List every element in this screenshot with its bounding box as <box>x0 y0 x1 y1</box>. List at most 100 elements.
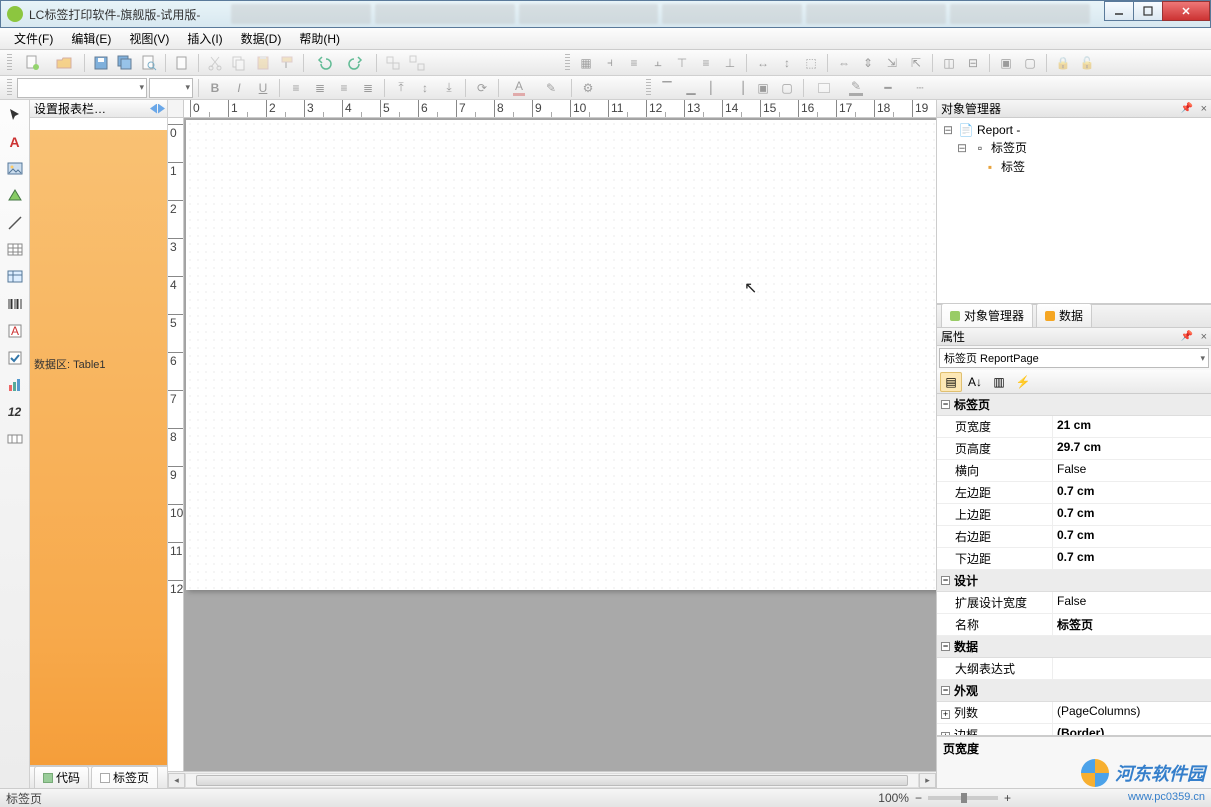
open-button[interactable] <box>49 52 79 74</box>
align-top[interactable]: ⊤ <box>671 52 693 74</box>
paste-button[interactable] <box>252 52 274 74</box>
font-name-combo[interactable] <box>17 78 147 98</box>
border-left[interactable]: ▏ <box>704 77 726 99</box>
table-tool[interactable] <box>4 239 26 261</box>
align-grid[interactable]: ▦ <box>575 52 597 74</box>
menu-edit[interactable]: 编辑(E) <box>63 28 119 49</box>
prop-events[interactable]: ⚡ <box>1012 372 1034 392</box>
band-nav[interactable] <box>150 104 165 114</box>
line-color[interactable]: ✎ <box>841 77 871 99</box>
prop-pages[interactable]: ▥ <box>988 372 1010 392</box>
border-top[interactable]: ▔ <box>656 77 678 99</box>
cellular-tool[interactable] <box>4 428 26 450</box>
align-text-center[interactable]: ≣ <box>309 77 331 99</box>
property-grid[interactable]: −标签页 页宽度21 cm 页高度29.7 cm 横向False 左边距0.7 … <box>937 394 1211 736</box>
highlight-button[interactable]: ✎ <box>536 77 566 99</box>
maximize-button[interactable] <box>1133 1 1163 21</box>
counter-tool[interactable]: 12 <box>4 401 26 423</box>
align-bottom[interactable]: ⊥ <box>719 52 741 74</box>
unlock[interactable]: 🔓 <box>1076 52 1098 74</box>
tree-label[interactable]: ▪标签 <box>941 157 1207 176</box>
menu-view[interactable]: 视图(V) <box>121 28 177 49</box>
tab-object-manager[interactable]: 对象管理器 <box>941 303 1033 327</box>
rotate-button[interactable]: ⟳ <box>471 77 493 99</box>
close-icon[interactable]: × <box>1201 103 1207 115</box>
image-tool[interactable] <box>4 158 26 180</box>
format-button[interactable]: ⚙ <box>577 77 599 99</box>
properties-header[interactable]: 属性 📌 × <box>937 328 1211 346</box>
new-button[interactable] <box>17 52 47 74</box>
border-none[interactable]: ▢ <box>776 77 798 99</box>
align-text-justify[interactable]: ≣ <box>357 77 379 99</box>
close-button[interactable] <box>1162 1 1210 21</box>
line-width[interactable]: ━ <box>873 77 903 99</box>
line-style[interactable]: ┄ <box>905 77 935 99</box>
tab-label-page[interactable]: 标签页 <box>91 766 158 788</box>
horizontal-ruler[interactable]: 012345678910111213141516171819 <box>184 100 936 118</box>
space-inc[interactable]: ⇲ <box>881 52 903 74</box>
object-tree[interactable]: ⊟📄Report - ⊟▫标签页 ▪标签 <box>937 118 1211 304</box>
center-v[interactable]: ⊟ <box>962 52 984 74</box>
band-header[interactable]: 设置报表栏… <box>30 100 167 118</box>
tree-root[interactable]: ⊟📄Report - <box>941 122 1207 138</box>
border-all[interactable]: ▣ <box>752 77 774 99</box>
save-all-button[interactable] <box>114 52 136 74</box>
pin-icon-2[interactable]: 📌 <box>1181 331 1193 342</box>
richtext-tool[interactable]: A <box>4 320 26 342</box>
bold-button[interactable]: B <box>204 77 226 99</box>
fmt-grip[interactable] <box>7 79 12 97</box>
underline-button[interactable]: U <box>252 77 274 99</box>
tab-code[interactable]: 代码 <box>34 766 89 788</box>
canvas[interactable]: ↖ <box>184 118 936 771</box>
new-page-button[interactable] <box>171 52 193 74</box>
cut-button[interactable] <box>204 52 226 74</box>
border-right[interactable]: ▕ <box>728 77 750 99</box>
zoom-control[interactable]: 100% −+ <box>878 791 1011 805</box>
tab-data[interactable]: 数据 <box>1036 303 1092 327</box>
italic-button[interactable]: I <box>228 77 250 99</box>
ungroup-button[interactable] <box>406 52 428 74</box>
space-h[interactable]: ⇔ <box>833 52 855 74</box>
fill-color[interactable] <box>809 77 839 99</box>
align-text-left[interactable]: ≡ <box>285 77 307 99</box>
vertical-ruler[interactable]: 0123456789101112 <box>168 118 184 771</box>
tree-page[interactable]: ⊟▫标签页 <box>941 138 1207 157</box>
same-size[interactable]: ⬚ <box>800 52 822 74</box>
align-left[interactable]: ⫞ <box>599 52 621 74</box>
save-button[interactable] <box>90 52 112 74</box>
lock[interactable]: 🔒 <box>1052 52 1074 74</box>
group-button[interactable] <box>382 52 404 74</box>
redo-button[interactable] <box>341 52 371 74</box>
valign-top[interactable]: ⤒ <box>390 77 412 99</box>
menu-help[interactable]: 帮助(H) <box>291 28 348 49</box>
matrix-tool[interactable] <box>4 266 26 288</box>
valign-bottom[interactable]: ⤓ <box>438 77 460 99</box>
menu-insert[interactable]: 插入(I) <box>179 28 230 49</box>
undo-button[interactable] <box>309 52 339 74</box>
line-tool[interactable] <box>4 212 26 234</box>
select-tool[interactable] <box>4 104 26 126</box>
band-body[interactable]: 数据区: Table1 <box>30 118 167 766</box>
barcode-tool[interactable] <box>4 293 26 315</box>
report-page[interactable] <box>186 120 936 590</box>
align-middle[interactable]: ≡ <box>695 52 717 74</box>
preview-button[interactable] <box>138 52 160 74</box>
space-v[interactable]: ⇕ <box>857 52 879 74</box>
chart-tool[interactable] <box>4 374 26 396</box>
font-size-combo[interactable] <box>149 78 193 98</box>
minimize-button[interactable] <box>1104 1 1134 21</box>
toolbar-grip[interactable] <box>7 54 12 72</box>
prop-categorized[interactable]: ▤ <box>940 372 962 392</box>
align-text-right[interactable]: ≡ <box>333 77 355 99</box>
shape-tool[interactable] <box>4 185 26 207</box>
horizontal-scrollbar[interactable]: ◂ ▸ <box>168 771 936 788</box>
menu-file[interactable]: 文件(F) <box>6 28 61 49</box>
font-color-button[interactable]: A <box>504 77 534 99</box>
object-manager-header[interactable]: 对象管理器 📌 × <box>937 100 1211 118</box>
space-dec[interactable]: ⇱ <box>905 52 927 74</box>
copy-button[interactable] <box>228 52 250 74</box>
menu-data[interactable]: 数据(D) <box>233 28 290 49</box>
align-center-h[interactable]: ≡ <box>623 52 645 74</box>
send-back[interactable]: ▢ <box>1019 52 1041 74</box>
same-height[interactable]: ↕ <box>776 52 798 74</box>
